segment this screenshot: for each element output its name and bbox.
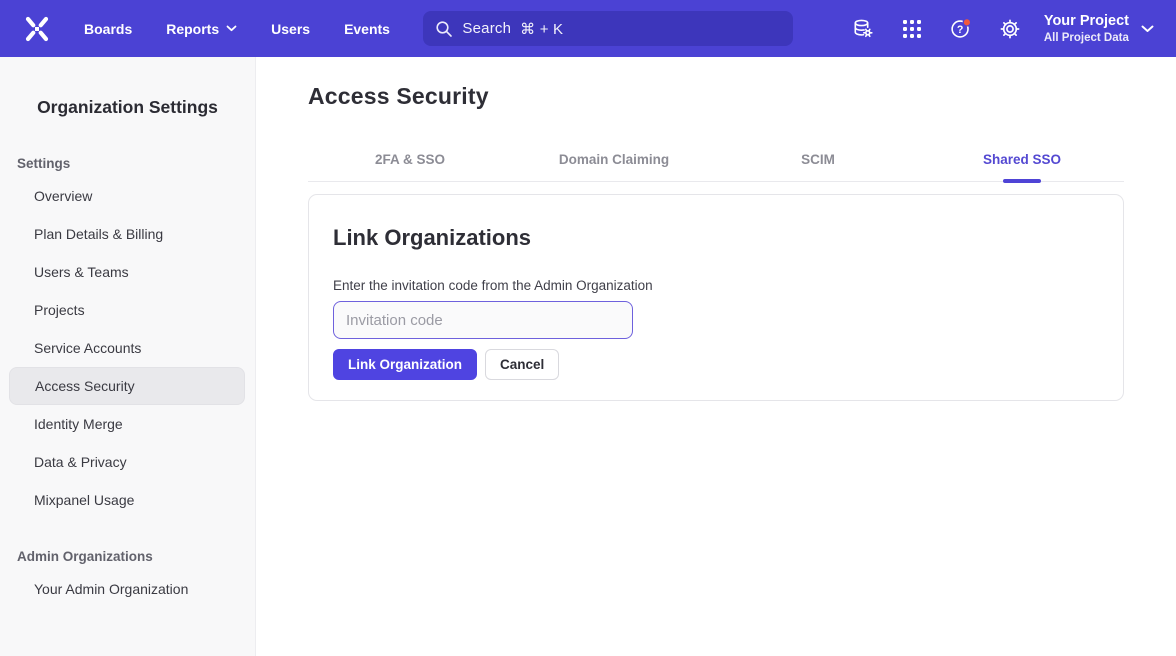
tab-domain-claiming[interactable]: Domain Claiming [512,137,716,181]
link-organizations-card: Link Organizations Enter the invitation … [308,194,1124,401]
tab-scim[interactable]: SCIM [716,137,920,181]
link-organization-button[interactable]: Link Organization [333,349,477,380]
chevron-down-icon [1141,25,1154,33]
project-name: Your Project [1044,12,1129,31]
page-title: Access Security [308,83,1124,110]
chevron-down-icon [226,25,237,32]
tab-shared-sso[interactable]: Shared SSO [920,137,1124,181]
active-tab-underline [1003,179,1041,183]
topbar: Boards Reports Users Events Search ⌘ + K [0,0,1176,57]
search-input[interactable]: Search ⌘ + K [423,11,793,46]
sidebar-item-projects[interactable]: Projects [9,291,245,329]
cancel-button[interactable]: Cancel [485,349,559,380]
sidebar-section-admin-organizations: Admin Organizations [17,549,255,564]
sidebar-title: Organization Settings [0,97,255,118]
help-icon[interactable]: ? [949,17,973,41]
tab-shared-sso-label: Shared SSO [983,152,1061,167]
project-switcher-labels: Your Project All Project Data [1044,12,1129,46]
nav-users[interactable]: Users [271,21,310,37]
nav-events[interactable]: Events [344,21,390,37]
mixpanel-logo[interactable] [20,14,54,44]
mixpanel-logo-icon [20,14,54,44]
sidebar-item-service-accounts[interactable]: Service Accounts [9,329,245,367]
search-shortcut: ⌘ + K [520,20,563,38]
org-settings-sidebar: Organization Settings Settings Overview … [0,57,256,656]
access-security-tabs: 2FA & SSO Domain Claiming SCIM Shared SS… [308,137,1124,182]
sidebar-item-mixpanel-usage[interactable]: Mixpanel Usage [9,481,245,519]
admin-organizations-list: Your Admin Organization [0,570,255,608]
sidebar-item-users-teams[interactable]: Users & Teams [9,253,245,291]
svg-text:?: ? [957,23,963,35]
topbar-icons: ? [851,17,1022,41]
nav-reports-label: Reports [166,21,219,37]
invitation-code-description: Enter the invitation code from the Admin… [333,278,1099,293]
nav-users-label: Users [271,21,310,37]
sidebar-section-settings: Settings [17,156,255,171]
settings-list: Overview Plan Details & Billing Users & … [0,177,255,519]
tab-2fa-sso-label: 2FA & SSO [375,152,445,167]
sidebar-item-plan-details-billing[interactable]: Plan Details & Billing [9,215,245,253]
sidebar-item-data-privacy[interactable]: Data & Privacy [9,443,245,481]
main-content: Access Security 2FA & SSO Domain Claimin… [256,57,1176,656]
notification-dot [963,18,970,25]
sidebar-item-your-admin-organization[interactable]: Your Admin Organization [9,570,245,608]
apps-grid-icon[interactable] [900,17,924,41]
tab-domain-claiming-label: Domain Claiming [559,152,669,167]
search-icon [435,20,453,38]
tab-scim-label: SCIM [801,152,835,167]
invitation-code-input[interactable] [333,301,633,339]
data-management-icon[interactable] [851,17,875,41]
nav-events-label: Events [344,21,390,37]
sidebar-item-access-security[interactable]: Access Security [9,367,245,405]
search-placeholder: Search [462,20,511,37]
settings-gear-icon[interactable] [998,17,1022,41]
nav-boards-label: Boards [84,21,132,37]
card-actions: Link Organization Cancel [333,349,1099,380]
sidebar-item-identity-merge[interactable]: Identity Merge [9,405,245,443]
project-switcher[interactable]: Your Project All Project Data [1044,12,1154,46]
project-subtitle: All Project Data [1044,31,1129,46]
top-nav: Boards Reports Users Events [84,21,390,37]
nav-boards[interactable]: Boards [84,21,132,37]
sidebar-item-overview[interactable]: Overview [9,177,245,215]
card-title: Link Organizations [333,225,1099,251]
tab-2fa-sso[interactable]: 2FA & SSO [308,137,512,181]
nav-reports[interactable]: Reports [166,21,237,37]
